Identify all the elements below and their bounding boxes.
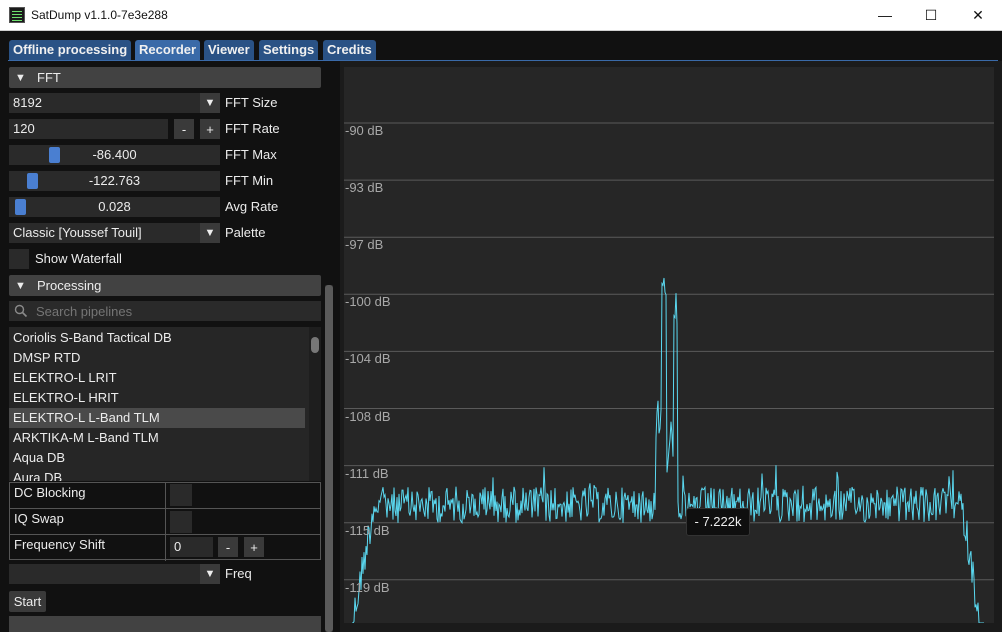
fft-min-label: FFT Min — [225, 173, 274, 188]
fft-spectrum-plot[interactable]: -90 dB -93 dB -97 dB -100 dB -104 dB -108 dB -… — [344, 67, 994, 623]
maximize-button[interactable]: ☐ — [908, 0, 954, 30]
avg-rate-value: 0.028 — [98, 199, 131, 214]
palette-dropdown-button[interactable]: ▼ — [200, 223, 220, 243]
dc-blocking-label: DC Blocking — [10, 483, 166, 509]
fft-min-value: -122.763 — [88, 173, 141, 188]
palette-combo[interactable]: Classic [Youssef Touil] — [9, 223, 200, 243]
avg-rate-label: Avg Rate — [225, 199, 279, 214]
frequency-tooltip: - 7.222k — [686, 508, 750, 536]
show-waterfall-checkbox[interactable] — [9, 249, 29, 269]
list-item-selected[interactable]: ELEKTRO-L L-Band TLM — [9, 408, 305, 428]
db-label: -115 dB — [345, 522, 390, 538]
fft-header-label: FFT — [37, 70, 61, 85]
frequency-shift-increment-button[interactable]: + — [244, 537, 264, 557]
list-item[interactable]: Aura DB — [9, 468, 305, 481]
search-icon — [14, 304, 28, 318]
maximize-icon: ☐ — [924, 6, 938, 23]
fft-max-value: -86.400 — [92, 147, 137, 162]
tab-offline-processing[interactable]: Offline processing — [9, 40, 132, 60]
list-item[interactable]: DMSP RTD — [9, 348, 305, 368]
fft-size-combo[interactable]: 8192 — [9, 93, 200, 113]
list-item[interactable]: ARKTIKA-M L-Band TLM — [9, 428, 305, 448]
db-label: -104 dB — [345, 351, 391, 367]
scrollbar-thumb[interactable] — [311, 337, 319, 353]
tab-recorder[interactable]: Recorder — [135, 40, 201, 60]
chevron-down-icon: ▼ — [204, 568, 216, 580]
collapse-triangle-icon: ▼ — [15, 279, 26, 292]
iq-swap-checkbox[interactable] — [170, 511, 192, 533]
frequency-shift-label: Frequency Shift — [10, 535, 166, 561]
db-label: -108 dB — [345, 408, 391, 424]
fft-rate-input[interactable]: 120 — [9, 119, 168, 139]
freq-dropdown-button[interactable]: ▼ — [200, 564, 220, 584]
avg-rate-slider[interactable]: 0.028 — [9, 197, 220, 217]
frequency-shift-decrement-button[interactable]: - — [218, 537, 238, 557]
freq-row: ▼ Freq — [9, 564, 321, 584]
fft-max-row: -86.400 FFT Max — [9, 145, 321, 165]
fft-min-slider[interactable]: -122.763 — [9, 171, 220, 191]
left-panel-scrollbar[interactable] — [325, 285, 333, 632]
db-label: -93 dB — [345, 180, 384, 196]
fft-size-dropdown-button[interactable]: ▼ — [200, 93, 220, 113]
db-label: -119 dB — [345, 579, 390, 595]
avg-rate-row: 0.028 Avg Rate — [9, 197, 321, 217]
tab-bar: Offline processing Recorder Viewer Setti… — [0, 31, 1002, 61]
minimize-button[interactable]: — — [862, 0, 908, 30]
title-bar: SatDump v1.1.0-7e3e288 — ☐ ✕ — [0, 0, 1002, 31]
search-input[interactable] — [36, 301, 316, 321]
processing-header-label: Processing — [37, 278, 102, 293]
fft-rate-increment-button[interactable]: + — [200, 119, 220, 139]
iq-swap-label: IQ Swap — [10, 509, 166, 535]
window-title: SatDump v1.1.0-7e3e288 — [31, 8, 168, 22]
spectrum-trace — [352, 277, 984, 623]
pipeline-list-scrollbar[interactable] — [309, 327, 321, 481]
freq-label: Freq — [225, 566, 252, 581]
frequency-shift-input[interactable]: 0 — [170, 537, 213, 557]
fft-size-label: FFT Size — [225, 95, 278, 110]
palette-label: Palette — [225, 225, 266, 240]
fft-size-row: 8192 ▼ FFT Size — [9, 93, 321, 113]
fft-max-slider[interactable]: -86.400 — [9, 145, 220, 165]
chevron-down-icon: ▼ — [204, 97, 216, 109]
minimize-icon: — — [878, 7, 892, 23]
list-item[interactable]: ELEKTRO-L HRIT — [9, 388, 305, 408]
tab-viewer[interactable]: Viewer — [204, 40, 254, 60]
fft-rate-label: FFT Rate — [225, 121, 280, 136]
close-button[interactable]: ✕ — [955, 0, 1001, 30]
spectrum-canvas — [344, 122, 994, 623]
fft-max-label: FFT Max — [225, 147, 277, 162]
db-label: -97 dB — [345, 237, 384, 253]
show-waterfall-row: Show Waterfall — [9, 249, 321, 269]
start-button[interactable]: Start — [9, 591, 46, 612]
tab-settings[interactable]: Settings — [259, 40, 319, 60]
pipeline-search — [9, 301, 321, 321]
palette-row: Classic [Youssef Touil] ▼ Palette — [9, 223, 321, 243]
fft-min-row: -122.763 FFT Min — [9, 171, 321, 191]
chevron-down-icon: ▼ — [204, 227, 216, 239]
left-panel: ▼ FFT 8192 ▼ FFT Size 120 - + FFT Rate -… — [0, 61, 340, 632]
close-icon: ✕ — [972, 6, 984, 23]
db-label: -90 dB — [345, 123, 384, 138]
list-item[interactable]: Coriolis S-Band Tactical DB — [9, 328, 305, 348]
fft-rate-row: 120 - + FFT Rate — [9, 119, 321, 139]
freq-combo[interactable] — [9, 564, 200, 584]
processing-header[interactable]: ▼ Processing — [9, 275, 321, 296]
fft-header[interactable]: ▼ FFT — [9, 67, 321, 88]
app-icon — [9, 7, 25, 23]
list-item[interactable]: ELEKTRO-L LRIT — [9, 368, 305, 388]
db-label: -111 dB — [345, 465, 389, 481]
options-table: DC Blocking IQ Swap Frequency Shift 0 - … — [9, 482, 321, 561]
pipeline-list: Coriolis S-Band Tactical DB DMSP RTD ELE… — [9, 327, 321, 481]
tab-credits[interactable]: Credits — [323, 40, 376, 60]
dc-blocking-checkbox[interactable] — [170, 484, 192, 506]
next-section-header[interactable] — [9, 616, 321, 632]
show-waterfall-label: Show Waterfall — [35, 251, 122, 266]
db-label: -100 dB — [345, 294, 391, 310]
fft-rate-decrement-button[interactable]: - — [174, 119, 194, 139]
scrollbar-thumb[interactable] — [325, 285, 333, 632]
collapse-triangle-icon: ▼ — [15, 71, 26, 84]
list-item[interactable]: Aqua DB — [9, 448, 305, 468]
